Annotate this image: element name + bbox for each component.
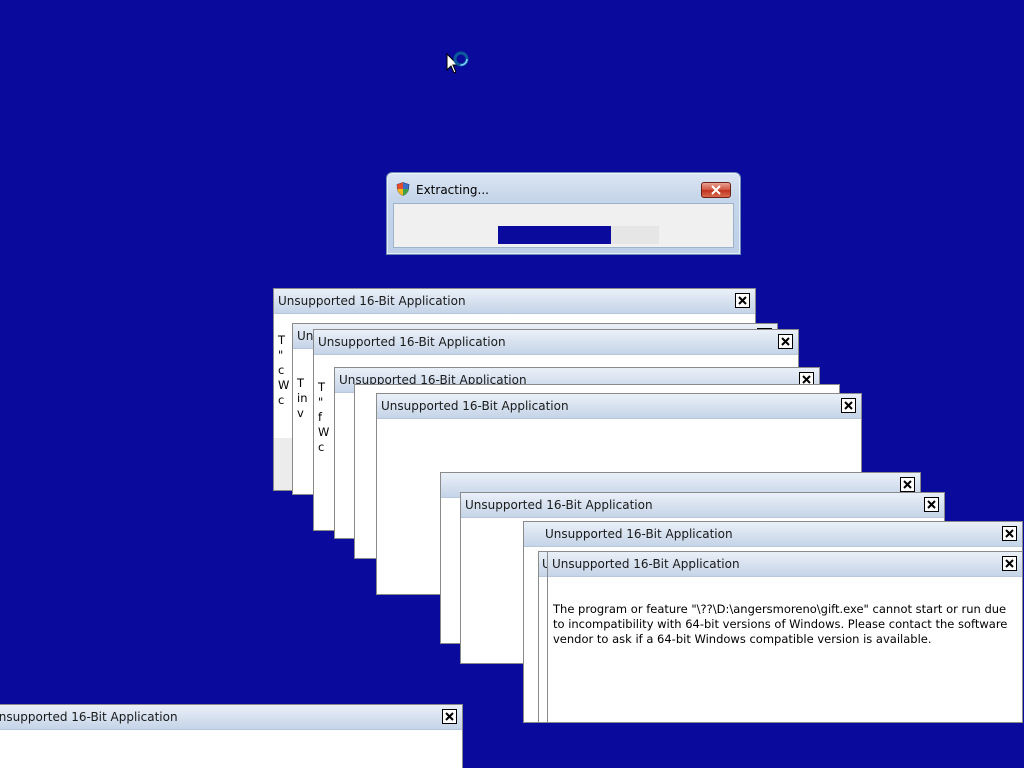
dialog-title: Unsupported 16-Bit Application — [465, 498, 653, 512]
dialog-title: Unsupported 16-Bit Application — [278, 294, 466, 308]
extracting-progress-bar — [498, 226, 659, 244]
busy-cursor-icon — [446, 51, 469, 74]
desktop: Extracting... Unsupported 16-Bit Applica… — [0, 0, 1024, 768]
close-x-icon — [903, 480, 912, 489]
dialog-title: Un — [297, 329, 314, 343]
close-button[interactable] — [900, 477, 915, 492]
extracting-progress-fill — [498, 226, 611, 244]
dialog-message: The program or feature "\??\D:\angersmor… — [553, 602, 1008, 646]
dialog-titlebar[interactable]: Unsupported 16-Bit Application — [274, 289, 755, 314]
dialog-titlebar[interactable]: Unsupported 16-Bit Application — [0, 705, 462, 730]
extracting-titlebar[interactable]: Extracting... — [387, 173, 740, 203]
close-button[interactable] — [924, 497, 939, 512]
close-button[interactable] — [841, 398, 856, 413]
close-button[interactable] — [442, 709, 457, 724]
close-button[interactable] — [701, 182, 731, 198]
close-button[interactable] — [1002, 556, 1017, 571]
close-button[interactable] — [1002, 526, 1017, 541]
close-button[interactable] — [778, 334, 793, 349]
close-x-icon — [738, 296, 747, 305]
dialog-title: Unsupported 16-Bit Application — [318, 335, 506, 349]
dialog-titlebar[interactable]: Unsupported 16-Bit Application — [461, 493, 944, 518]
close-x-icon — [445, 712, 454, 721]
dialog-titlebar[interactable]: Unsupported 16-Bit Application — [548, 552, 1022, 577]
close-x-icon — [711, 185, 721, 195]
extracting-title: Extracting... — [416, 183, 489, 197]
dialog-title: Unsupported 16-Bit Application — [552, 557, 740, 571]
dialog-title: Unsupported 16-Bit Application — [381, 399, 569, 413]
close-x-icon — [1005, 559, 1014, 568]
close-x-icon — [927, 500, 936, 509]
extracting-client — [393, 203, 734, 248]
dialog-titlebar[interactable]: Unsupported 16-Bit Application — [524, 522, 1022, 547]
dialog-title: Unsupported 16-Bit Application — [0, 710, 178, 724]
dialog-title: Unsupported 16-Bit Application — [545, 527, 733, 541]
dialog-titlebar[interactable]: Unsupported 16-Bit Application — [377, 394, 861, 419]
close-x-icon — [802, 375, 811, 384]
extracting-window: Extracting... — [386, 172, 741, 255]
dialog-titlebar[interactable]: Unsupported 16-Bit Application — [314, 330, 798, 355]
close-x-icon — [781, 337, 790, 346]
close-x-icon — [844, 401, 853, 410]
close-x-icon — [1005, 529, 1014, 538]
error-dialog: Unsupported 16-Bit Application The progr… — [547, 551, 1023, 723]
close-button[interactable] — [735, 293, 750, 308]
error-dialog: Unsupported 16-Bit Application — [0, 704, 463, 768]
uac-shield-icon — [396, 182, 410, 196]
